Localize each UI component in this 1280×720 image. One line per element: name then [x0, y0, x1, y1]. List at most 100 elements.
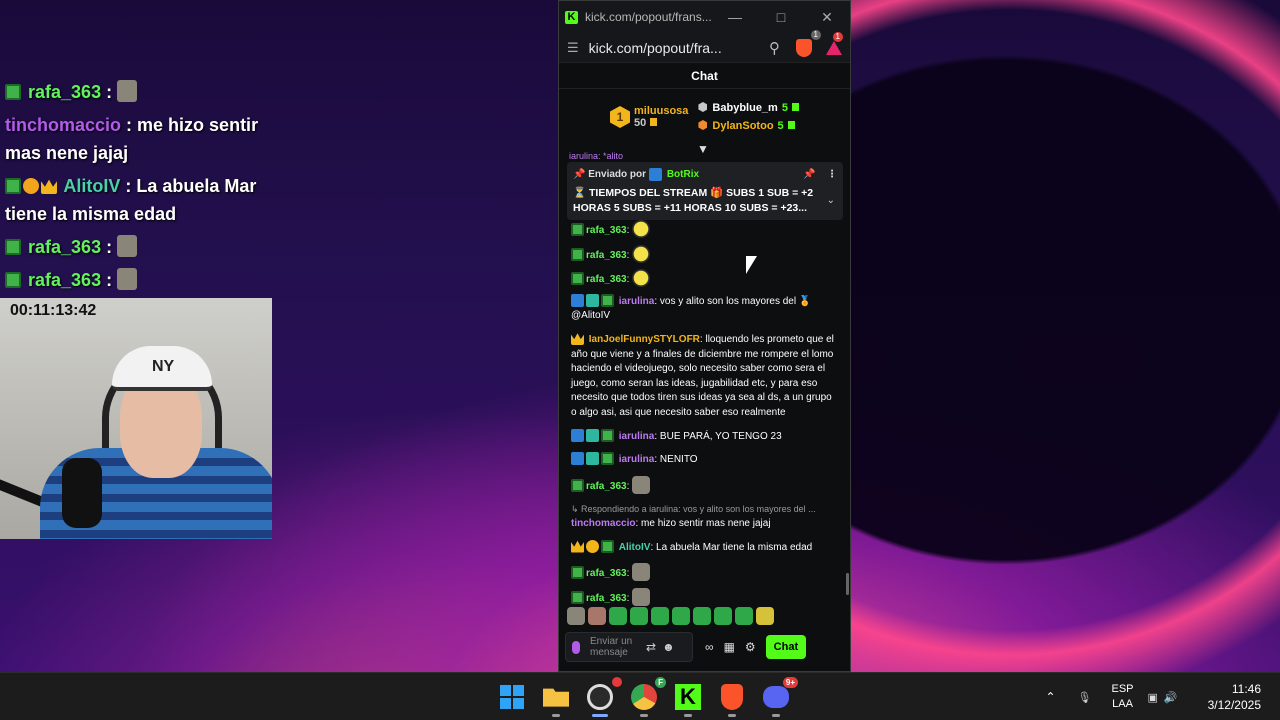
taskbar-brave[interactable]: [716, 681, 748, 717]
show-hidden-icons[interactable]: ⌃: [1045, 690, 1055, 704]
brave-shields-icon[interactable]: 1: [796, 29, 821, 57]
zoom-icon[interactable]: ⚲: [769, 39, 780, 57]
badge-icon: [571, 478, 584, 492]
chat-message: rafa_363:: [571, 587, 839, 607]
emote-icon: [632, 269, 651, 288]
start-button[interactable]: [496, 681, 528, 713]
partial-message: iarulina: *alito: [569, 151, 624, 161]
taskbar-discord[interactable]: 9+: [760, 677, 798, 717]
input-language[interactable]: ESP LAA: [1112, 682, 1134, 712]
unpin-icon[interactable]: 📌: [803, 169, 815, 180]
badge-icon: [586, 452, 599, 466]
reply-context[interactable]: ↳ Respondiendo a iarulina: vos y alito s…: [571, 502, 839, 517]
collapse-leaderboard-icon[interactable]: ▼: [697, 142, 709, 156]
mic-icon[interactable]: [572, 640, 580, 654]
windows-icon: [500, 685, 524, 709]
clock[interactable]: 11:46 3/12/2025: [1208, 681, 1261, 713]
leaderboard-entry: DylanSotoo 5: [698, 117, 799, 135]
chat-scrollbar[interactable]: [846, 573, 849, 595]
minimize-button[interactable]: —: [712, 9, 758, 25]
brave-icon: [721, 684, 743, 710]
badge-icon: [601, 293, 614, 307]
badge-icon: [586, 293, 599, 307]
emote-icon: [117, 80, 138, 102]
translate-icon[interactable]: ⇄: [646, 640, 656, 654]
chat-message: rafa_363:: [571, 475, 839, 495]
chat-message: rafa_363:: [571, 220, 839, 239]
brave-rewards-icon[interactable]: 1: [826, 31, 843, 55]
chat-input[interactable]: Enviar un mensaje ⇄ ☻: [565, 632, 693, 662]
mouse-cursor-icon: [746, 256, 757, 274]
taskbar-obs[interactable]: [584, 677, 622, 717]
emoji-icon[interactable]: ☻: [662, 640, 675, 654]
taskbar-explorer[interactable]: [540, 681, 572, 717]
badge-icon: [571, 566, 584, 580]
crown-badge-icon: [571, 540, 584, 553]
rank-badge-icon: 1: [610, 106, 631, 128]
stream-overlay-chat: rafa_363 : tinchomaccio : me hizo sentir…: [0, 78, 280, 294]
overlay-chat-line: rafa_363 :: [0, 78, 280, 106]
site-settings-icon[interactable]: ☰: [567, 40, 579, 56]
emote-button[interactable]: [588, 607, 606, 625]
chat-message: rafa_363:: [571, 563, 839, 582]
window-title: kick.com/popout/frans...: [585, 10, 712, 24]
bot-badge-icon: [648, 168, 662, 181]
kick-logo-icon: K: [565, 10, 578, 24]
window-titlebar[interactable]: K kick.com/popout/frans... — □ ✕: [559, 1, 850, 33]
badge-icon: [5, 178, 21, 194]
emote-button[interactable]: [672, 607, 690, 625]
badge-icon: [571, 223, 584, 236]
taskbar: F K 9+ ⌃ 🎙 ESP LAA ▣🔊 11:46 3/12/2025: [0, 672, 1280, 720]
obs-icon: [587, 684, 613, 710]
emote-button[interactable]: [756, 607, 774, 625]
emote-icon: [632, 220, 651, 238]
emote-button[interactable]: [651, 607, 669, 625]
chat-message: rafa_363:: [571, 269, 839, 288]
close-button[interactable]: ✕: [804, 9, 850, 26]
badge-icon: [5, 239, 21, 255]
chevron-down-icon[interactable]: ⌄: [827, 195, 835, 206]
maximize-button[interactable]: □: [758, 9, 804, 25]
emote-button[interactable]: [735, 607, 753, 625]
emote-icon: [117, 235, 138, 257]
url-field[interactable]: kick.com/popout/fra...: [589, 40, 761, 56]
taskbar-chrome[interactable]: F: [628, 677, 666, 717]
pinned-message[interactable]: 📌 Enviado por BotRix 📌 ⋮ ⏳ TIEMPOS DEL S…: [567, 162, 843, 220]
overlay-chat-line: rafa_363 :: [0, 233, 280, 261]
network-volume-icons[interactable]: ▣🔊: [1148, 691, 1184, 704]
chat-message: IanJoelFunnySTYLOFR: lloquendo les prome…: [571, 333, 834, 418]
badge-icon: [601, 428, 614, 442]
badge-icon: [586, 428, 599, 442]
chat-message: iarulina: vos y alito son los mayores de…: [571, 293, 812, 322]
send-chat-button[interactable]: Chat: [765, 635, 807, 659]
leaderboard-first: 1 miluusosa 50: [610, 105, 688, 129]
emote-icon: [632, 563, 651, 582]
rank-icon: [698, 102, 708, 112]
emote-button[interactable]: [630, 607, 648, 625]
store-icon[interactable]: ▦: [724, 640, 735, 654]
emote-button[interactable]: [693, 607, 711, 625]
emote-button[interactable]: [609, 607, 627, 625]
badge-icon: [5, 84, 21, 100]
chat-message: AlitoIV: La abuela Mar tiene la misma ed…: [571, 539, 839, 556]
coin-badge-icon: [586, 539, 599, 553]
badge-icon: [5, 272, 21, 288]
taskbar-kick[interactable]: K: [672, 681, 704, 717]
gear-icon[interactable]: ⚙: [745, 640, 756, 654]
more-options-icon[interactable]: ⋮: [827, 169, 837, 180]
badge-icon: [571, 590, 584, 604]
points-icon[interactable]: ∞: [705, 640, 714, 654]
address-bar[interactable]: ☰ kick.com/popout/fra... ⚲ 1 1: [559, 29, 850, 63]
badge-icon: [601, 539, 614, 553]
webcam-feed: NY 00:11:13:42: [0, 298, 272, 539]
coin-badge-icon: [23, 178, 39, 194]
emote-button[interactable]: [714, 607, 732, 625]
badge-icon: [571, 428, 584, 442]
chat-message: iarulina: NENITO: [571, 452, 839, 468]
quick-emote-bar: [567, 607, 774, 625]
discord-icon: [763, 686, 789, 708]
emote-button[interactable]: [567, 607, 585, 625]
chrome-icon: [631, 684, 657, 710]
badge-icon: [571, 452, 584, 466]
mic-tray-icon[interactable]: 🎙: [1078, 691, 1092, 704]
